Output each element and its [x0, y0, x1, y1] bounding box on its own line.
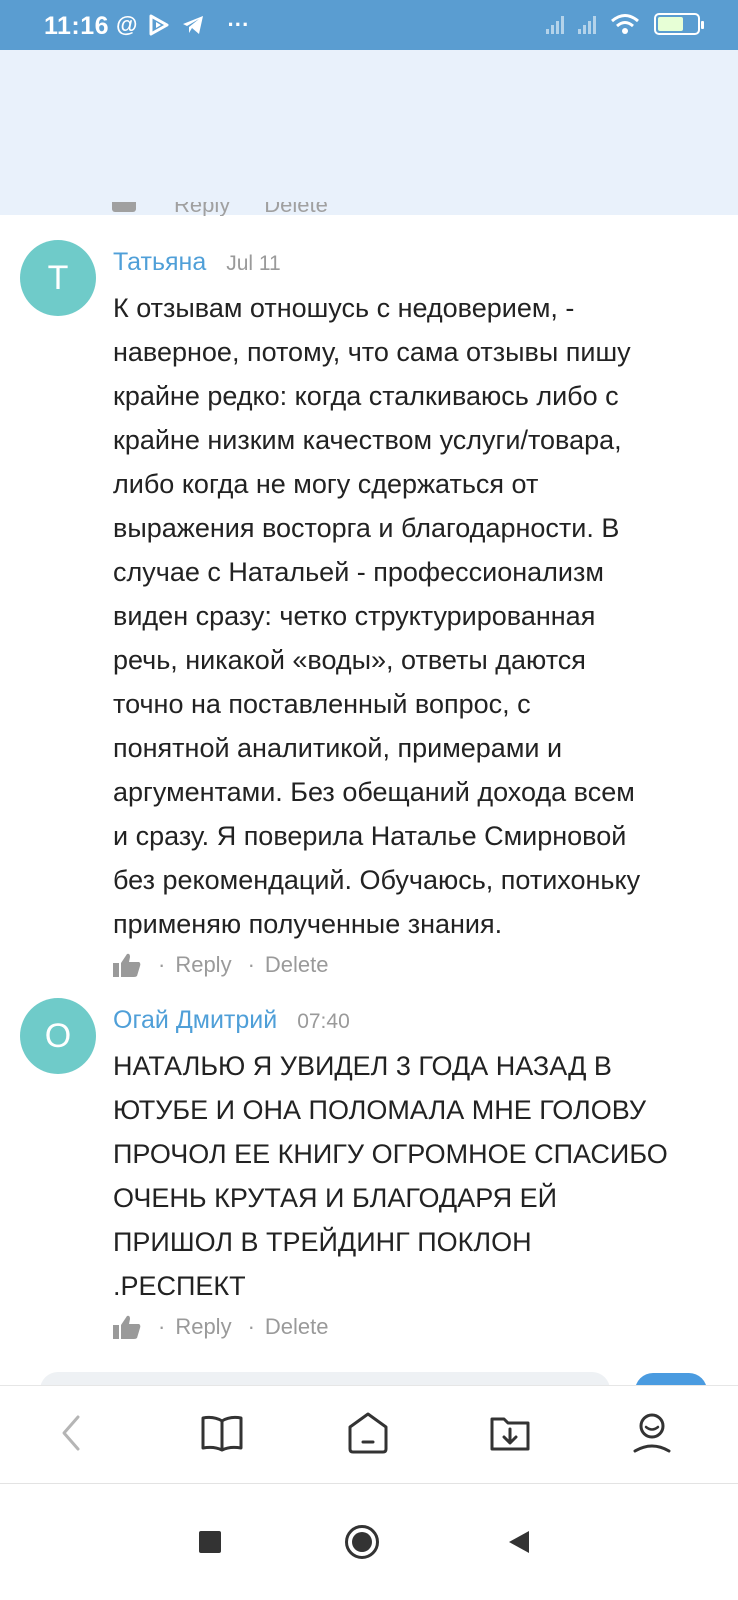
status-bar: 11:16 @ ··· [0, 0, 738, 50]
comment-text: НАТАЛЬЮ Я УВИДЕЛ 3 ГОДА НАЗАД В ЮТУБЕ И … [113, 1051, 668, 1301]
android-nav [0, 1483, 738, 1600]
back-icon[interactable] [46, 1408, 96, 1458]
comment-actions: · Reply · Delete [112, 952, 329, 978]
recents-icon[interactable] [188, 1520, 232, 1564]
comment-date: Jul 11 [226, 252, 281, 275]
thumbs-up-icon[interactable] [112, 1314, 142, 1340]
more-icon: ··· [227, 12, 250, 37]
separator: · [158, 952, 166, 977]
download-icon[interactable] [485, 1408, 535, 1458]
separator: · [247, 1314, 255, 1339]
comment-header: Татьяна Jul 11 [113, 248, 281, 277]
thumbs-up-icon[interactable] [112, 952, 142, 978]
comment-date: 07:40 [297, 1010, 350, 1033]
separator: · [158, 1314, 166, 1339]
like-icon[interactable] [112, 202, 136, 212]
home-circle-icon[interactable] [340, 1520, 384, 1564]
avatar-letter: О [44, 1016, 72, 1055]
avatar[interactable]: О [20, 998, 96, 1074]
profile-icon[interactable] [627, 1408, 677, 1458]
reply-link[interactable]: Reply [175, 1314, 231, 1340]
comment-text: К отзывам отношусь с недоверием, - навер… [113, 293, 641, 939]
status-time: 11:16 [44, 12, 110, 40]
telegram-icon [183, 16, 204, 34]
delete-link[interactable]: Delete [265, 1314, 329, 1340]
comment-author[interactable]: Огай Дмитрий [113, 1006, 277, 1035]
comment-header: Огай Дмитрий 07:40 [113, 1006, 350, 1035]
at-icon: @ [116, 12, 138, 37]
delete-link[interactable]: Delete [265, 952, 329, 978]
system-icons [546, 13, 704, 35]
back-triangle-icon[interactable] [497, 1520, 541, 1564]
play-icon [149, 14, 169, 36]
reply-link[interactable]: Reply [175, 952, 231, 978]
notification-icons: @ ··· [116, 12, 249, 38]
home-icon[interactable] [343, 1408, 393, 1458]
battery-icon [654, 13, 704, 35]
comment-author[interactable]: Татьяна [113, 248, 206, 277]
delete-link[interactable]: Delete [264, 202, 328, 216]
partial-action-row: Reply Delete [112, 202, 328, 216]
avatar[interactable]: Т [20, 240, 96, 316]
book-icon[interactable] [197, 1408, 247, 1458]
comment-actions: · Reply · Delete [112, 1314, 329, 1340]
header-area [0, 50, 738, 215]
signal-icon [546, 14, 564, 34]
bottom-nav [0, 1385, 738, 1483]
reply-link[interactable]: Reply [174, 202, 230, 216]
avatar-letter: Т [47, 258, 69, 297]
wifi-icon [611, 14, 639, 34]
separator: · [247, 952, 255, 977]
signal-icon [578, 14, 596, 34]
